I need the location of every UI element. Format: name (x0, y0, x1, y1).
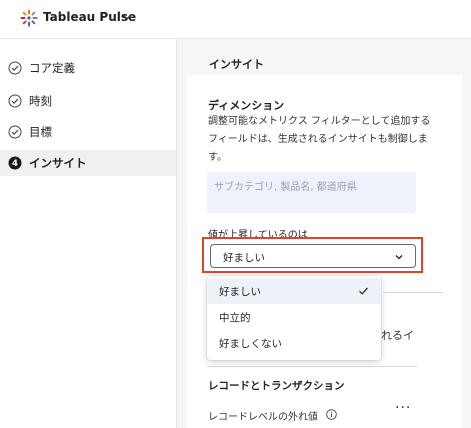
more-options-icon[interactable]: ··· (395, 400, 411, 416)
option-label: 好ましくない (219, 338, 282, 350)
check-circle-icon (8, 125, 22, 139)
steps-sidebar: コア定義 時刻 目標 4 インサイト (0, 39, 177, 428)
step-label: インサイト (29, 156, 87, 170)
trend-selected-value: 好ましい (223, 252, 265, 264)
record-outlier-label: レコードレベルの外れ値 (208, 412, 318, 423)
option-favorable[interactable]: 好ましい (207, 278, 381, 304)
option-label: 好ましい (219, 286, 261, 298)
divider (207, 366, 417, 367)
divider (383, 292, 443, 293)
step-label: 時刻 (29, 94, 52, 108)
dimension-description: 調整可能なメトリクス フィルターとして追加するフィールドは、生成されるインサイト… (208, 116, 431, 163)
trend-dropdown-menu: 好ましい 中立的 好ましくない (207, 276, 381, 360)
step-number: 4 (12, 159, 18, 169)
tableau-logo-icon (20, 9, 38, 27)
check-circle-icon (8, 94, 22, 108)
step-number-badge: 4 (8, 156, 22, 170)
option-neutral[interactable]: 中立的 (207, 304, 381, 330)
dimension-title: ディメンション (208, 99, 285, 112)
step-core-definition[interactable]: コア定義 (0, 55, 176, 81)
dimension-input[interactable]: サブカテゴリ, 製品名, 都道府県 (207, 172, 416, 213)
insights-panel: インサイト ディメンション 調整可能なメトリクス フィルターとして追加するフィー… (177, 39, 471, 428)
step-time[interactable]: 時刻 (0, 88, 176, 114)
top-bar: Tableau Pulse (0, 0, 471, 39)
records-title: レコードとトランザクション (208, 380, 345, 392)
option-label: 中立的 (219, 312, 251, 324)
check-icon (359, 287, 368, 295)
info-icon[interactable] (326, 409, 337, 420)
option-unfavorable[interactable]: 好ましくない (207, 330, 381, 356)
step-insights[interactable]: 4 インサイト (0, 150, 176, 176)
step-label: コア定義 (29, 61, 75, 75)
occluded-text: れるイ (381, 329, 414, 342)
insights-card: ディメンション 調整可能なメトリクス フィルターとして追加するフィールドは、生成… (187, 75, 462, 428)
section-title: インサイト (209, 58, 264, 71)
step-goals[interactable]: 目標 (0, 119, 176, 145)
chevron-down-icon (395, 255, 403, 260)
dimension-placeholder: サブカテゴリ, 製品名, 都道府県 (214, 182, 357, 193)
check-circle-icon (8, 61, 22, 75)
trend-select[interactable]: 好ましい (210, 244, 416, 268)
step-label: 目標 (29, 125, 52, 139)
chevron-down-icon[interactable] (121, 11, 133, 23)
